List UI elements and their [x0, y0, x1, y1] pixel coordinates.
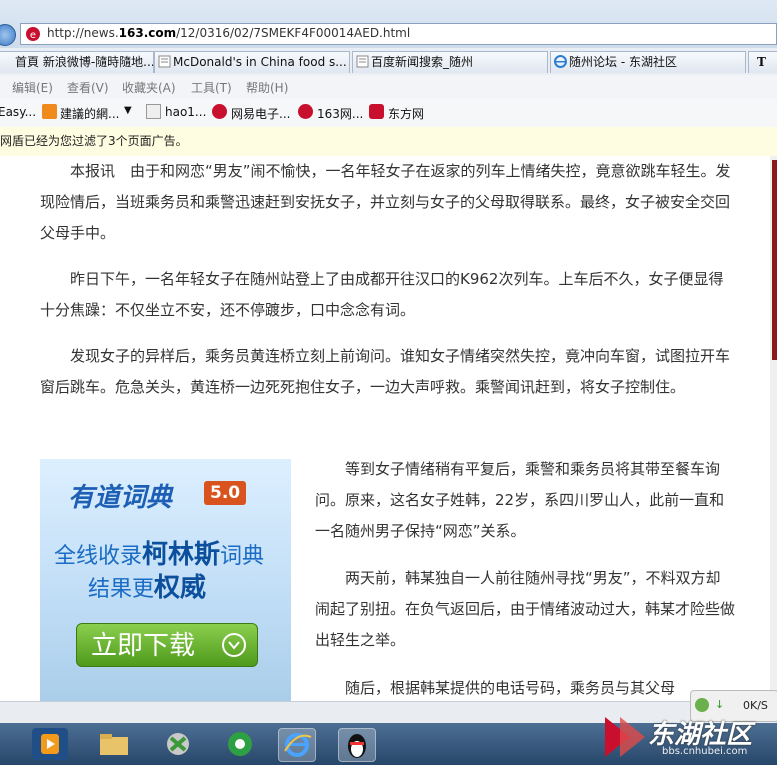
tab-mcdonalds[interactable]: McDonald's in China food s... [154, 51, 350, 73]
fav-netease[interactable]: 网易电子... [231, 105, 290, 122]
media-player-icon[interactable] [32, 728, 68, 760]
menu-tools[interactable]: 工具(T) [191, 79, 232, 96]
ad-logo: 有道词典 [68, 483, 173, 513]
menu-help[interactable]: 帮助(H) [246, 79, 288, 96]
ie-browser-icon[interactable] [278, 728, 316, 762]
fav-hao123[interactable]: hao1... [165, 105, 206, 119]
article-paragraph: 两天前，韩某独自一人前往随州寻找“男友”，不料双方却闹起了别扭。在负气返回后，由… [315, 569, 736, 649]
ad-tagline-2: 结果更权威 [88, 573, 207, 603]
ad-tagline-1: 全线收录柯林斯词典 [54, 540, 265, 570]
favorites-bar: Easy... 建議的網... ▼ hao1... 网易电子... 163网..… [0, 99, 777, 128]
suggested-sites-icon [42, 104, 57, 119]
chevron-down-icon [222, 633, 246, 657]
ie-icon [554, 55, 567, 68]
qq-penguin-icon[interactable] [338, 728, 376, 762]
menu-favorites[interactable]: 收藏夹(A) [122, 79, 176, 96]
watermark-logo-icon [605, 717, 645, 757]
article-paragraph: 等到女子情绪稍有平复后，乘警和乘务员将其带至餐车询问。原来，这名女子姓韩，22岁… [315, 460, 725, 540]
page-icon [158, 55, 171, 68]
tab-baidu-news[interactable]: 百度新闻搜索_随州 [352, 51, 548, 73]
xbox-icon[interactable] [160, 728, 196, 760]
watermark-url: bbs.cnhubei.com [662, 746, 748, 757]
ad-version-badge: 5.0 [204, 481, 247, 505]
eastday-icon [369, 104, 384, 119]
fav-163[interactable]: 163网... [317, 105, 363, 122]
address-bar[interactable]: e http://news.163.com/12/0316/02/7SMEKF4… [20, 23, 777, 45]
fav-eastday[interactable]: 东方网 [388, 105, 424, 122]
article-paragraph: 本报讯 由于和网恋“男友”闹不愉快，一名年轻女子在返家的列车上情绪失控，竟意欲跳… [40, 162, 731, 242]
chrome-browser-icon[interactable] [222, 728, 258, 760]
menu-bar: 编辑(E) 查看(V) 收藏夹(A) 工具(T) 帮助(H) [0, 75, 777, 100]
side-banner [772, 160, 777, 360]
speed-value: 0K/S [743, 699, 768, 712]
tab-weibo[interactable]: 首頁 新浪微博-隨時隨地... [0, 51, 154, 73]
fav-easy[interactable]: Easy... [0, 105, 36, 119]
article-paragraph: 随后，根据韩某提供的电话号码，乘务员与其父母 [345, 679, 676, 697]
speed-globe-icon [695, 698, 709, 712]
netease-163-icon [298, 104, 313, 119]
tab-t[interactable]: T [748, 51, 777, 73]
fav-suggested[interactable]: 建議的網... [60, 105, 119, 122]
svg-text:e: e [30, 30, 36, 41]
site-favicon-icon: e [26, 27, 40, 41]
explorer-folder-icon[interactable] [96, 728, 132, 760]
tab-suizhou-forum[interactable]: 随州论坛 - 东湖社区 [550, 51, 746, 73]
tab-bar: 首頁 新浪微博-隨時隨地... McDonald's in China food… [0, 48, 777, 76]
dropdown-arrow-icon[interactable]: ▼ [124, 105, 132, 116]
article-paragraph: 昨日下午，一名年轻女子在随州站登上了由成都开往汉口的K962次列车。上车后不久，… [40, 270, 724, 319]
url-text[interactable]: http://news.163.com/12/0316/02/7SMEKF4F0… [47, 26, 410, 40]
menu-view[interactable]: 查看(V) [67, 79, 109, 96]
article-paragraph: 发现女子的异样后，乘务员黄连桥立刻上前询问。谁知女子情绪突然失控，竟冲向车窗，试… [40, 347, 731, 396]
netease-icon [212, 104, 227, 119]
youdao-dict-ad[interactable]: 有道词典 5.0 全线收录柯林斯词典 结果更权威 立即下载 [40, 459, 291, 704]
download-arrow-icon: ↓ [715, 698, 725, 711]
ad-filter-notice[interactable]: 网盾已经为您过滤了3个页面广告。 [0, 127, 777, 157]
page-icon [356, 55, 369, 68]
menu-edit[interactable]: 编辑(E) [12, 79, 53, 96]
hao123-icon [146, 104, 161, 119]
forum-watermark: 东湖社区 bbs.cnhubei.com [600, 712, 777, 765]
